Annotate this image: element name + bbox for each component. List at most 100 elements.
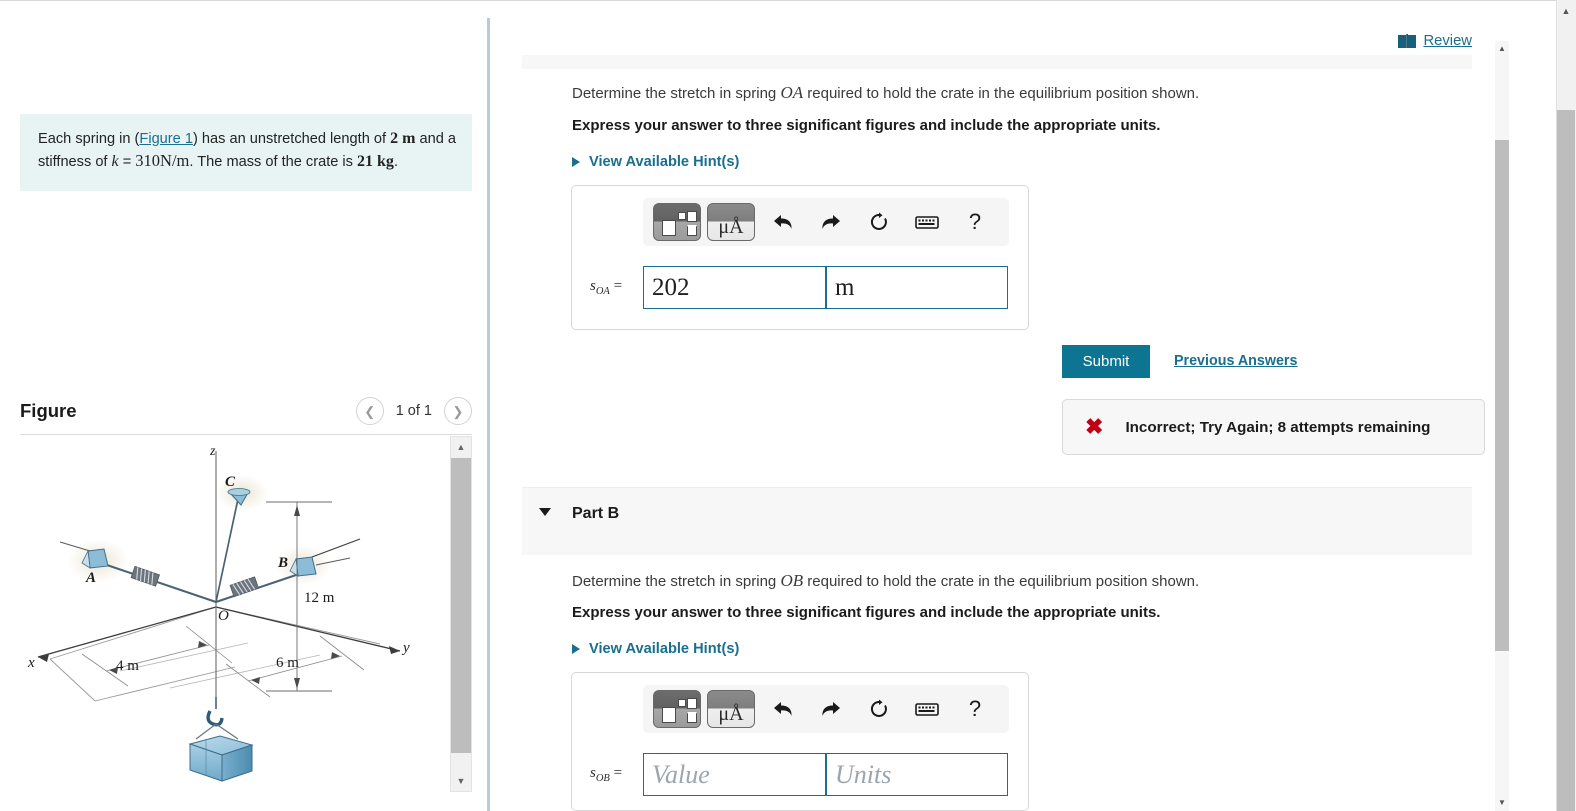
part-a-hints-label: View Available Hint(s) (589, 154, 740, 170)
figure-dim-12m: 12 m (304, 590, 335, 606)
keyboard-icon[interactable] (905, 690, 949, 728)
problem-k-symbol: k (111, 153, 119, 170)
figure-label-C: C (225, 474, 236, 490)
part-a-question: Determine the stretch in spring OA requi… (572, 83, 1462, 104)
figure-scroll-down-icon[interactable]: ▼ (451, 771, 471, 791)
part-b-question: Determine the stretch in spring OB requi… (572, 571, 1472, 592)
figure-next-button[interactable]: ❯ (444, 397, 472, 425)
hint-triangle-icon (572, 157, 580, 167)
figure-scrollbar-thumb[interactable] (451, 458, 471, 753)
part-b-hints-label: View Available Hint(s) (589, 641, 740, 657)
part-b-question-text: Determine the stretch in spring (572, 573, 781, 590)
help-icon[interactable]: ? (953, 690, 997, 728)
undo-icon[interactable] (761, 690, 805, 728)
part-b-instruction: Express your answer to three significant… (572, 604, 1161, 621)
page-root: Each spring in (Figure 1) has an unstret… (0, 0, 1576, 811)
reset-icon[interactable] (857, 690, 901, 728)
part-a-sub: OA (595, 286, 610, 297)
part-b-units-input[interactable]: Units (826, 753, 1008, 796)
part-b-question-symbol: OB (780, 571, 804, 590)
figure-header: Figure ❮ 1 of 1 ❯ (20, 391, 472, 431)
figure-header-divider (20, 434, 472, 435)
figure-label-z: z (209, 444, 216, 459)
book-icon (1398, 33, 1417, 48)
part-b-answer-label: sOB = (590, 765, 622, 784)
problem-k-value: 310N/m (135, 151, 190, 170)
part-a-submit-button[interactable]: Submit (1062, 345, 1150, 378)
part-a-submit-label: Submit (1082, 353, 1130, 370)
figure-dim-6m: 6 m (276, 655, 299, 671)
micro-angstrom-label: μÅ (718, 702, 744, 725)
part-a-question-text: Determine the stretch in spring (572, 85, 781, 102)
micro-angstrom-icon[interactable]: μÅ (707, 203, 755, 241)
problem-length-value: 2 m (390, 130, 416, 147)
review-row: Review (1398, 33, 1472, 49)
hint-triangle-icon (572, 644, 580, 654)
help-icon[interactable]: ? (953, 203, 997, 241)
reset-icon[interactable] (857, 203, 901, 241)
problem-mass-value: 21 kg (357, 153, 394, 170)
part-b-answer-box: μÅ ? sOB = Value Units (571, 672, 1029, 811)
part-a-value-input[interactable]: 202 (643, 266, 826, 309)
help-label: ? (968, 209, 982, 234)
part-a-value-text: 202 (652, 273, 690, 301)
part-b-value-input[interactable]: Value (643, 753, 826, 796)
part-b-hints-toggle[interactable]: View Available Hint(s) (572, 641, 739, 657)
math-template-icon[interactable] (653, 203, 701, 241)
micro-angstrom-icon[interactable]: μÅ (707, 690, 755, 728)
browser-scrollbar-thumb[interactable] (1557, 110, 1575, 811)
problem-text-4: . The mass of the crate is (189, 154, 358, 170)
part-a-previous-answers-link[interactable]: Previous Answers (1174, 353, 1297, 369)
figure-label-B: B (277, 555, 288, 571)
problem-k-equals: = (118, 154, 136, 170)
micro-angstrom-label: μÅ (718, 215, 744, 238)
part-a-answer-box: μÅ ? sOA = 202 m (571, 185, 1029, 330)
part-b-band (522, 487, 1472, 555)
help-label: ? (968, 696, 982, 721)
incorrect-x-icon: ✖ (1085, 414, 1104, 439)
part-a-units-input[interactable]: m (826, 266, 1008, 309)
problem-text-2: ) has an unstretched length of (192, 131, 391, 147)
browser-scroll-up-icon[interactable]: ▲ (1557, 2, 1575, 19)
part-b-question-rest: required to hold the crate in the equili… (803, 573, 1200, 590)
part-a-eq: = (609, 278, 623, 294)
figure-label-x: x (27, 655, 35, 671)
content-scroll-down-icon[interactable]: ▼ (1495, 795, 1509, 809)
part-a-band (522, 55, 1472, 69)
left-problem-panel: Each spring in (Figure 1) has an unstret… (0, 3, 487, 811)
figure-label-A: A (85, 570, 96, 586)
part-a-instruction: Express your answer to three significant… (572, 117, 1161, 134)
part-a-question-rest: required to hold the crate in the equili… (803, 85, 1200, 102)
caret-down-icon[interactable] (539, 508, 551, 516)
figure-dim-4m: 4 m (116, 658, 139, 674)
part-a-feedback-text: Incorrect; Try Again; 8 attempts remaini… (1125, 418, 1431, 436)
figure-count-label: 1 of 1 (395, 403, 432, 419)
part-b-title: Part B (572, 505, 620, 522)
part-a-hints-toggle[interactable]: View Available Hint(s) (572, 154, 739, 170)
content-scroll-up-icon[interactable]: ▲ (1495, 41, 1509, 55)
part-a-toolbar: μÅ ? (643, 198, 1009, 246)
part-b-toolbar: μÅ ? (643, 685, 1009, 733)
part-a-units-text: m (835, 273, 855, 301)
part-b-value-placeholder: Value (652, 759, 710, 789)
redo-icon[interactable] (809, 203, 853, 241)
redo-icon[interactable] (809, 690, 853, 728)
problem-text-1: Each spring in ( (38, 131, 140, 147)
content-scrollbar-thumb[interactable] (1495, 140, 1509, 651)
figure-1-link[interactable]: Figure 1 (139, 131, 193, 147)
figure-label-O: O (218, 608, 229, 624)
top-divider (0, 0, 1556, 1)
figure-title: Figure (20, 400, 77, 421)
figure-diagram: 12 m 4 m 6 m z x y O A B C (27, 444, 410, 782)
part-a-answer-label: sOA = (590, 278, 622, 297)
undo-icon[interactable] (761, 203, 805, 241)
crate-assembly (188, 697, 254, 782)
review-link[interactable]: Review (1423, 33, 1472, 49)
math-template-icon[interactable] (653, 690, 701, 728)
part-b-sub: OB (595, 773, 610, 784)
figure-nav: ❮ 1 of 1 ❯ (355, 397, 472, 425)
figure-scroll-up-icon[interactable]: ▲ (451, 437, 471, 457)
part-a-question-symbol: OA (780, 83, 804, 102)
figure-prev-button[interactable]: ❮ (355, 397, 384, 425)
keyboard-icon[interactable] (905, 203, 949, 241)
